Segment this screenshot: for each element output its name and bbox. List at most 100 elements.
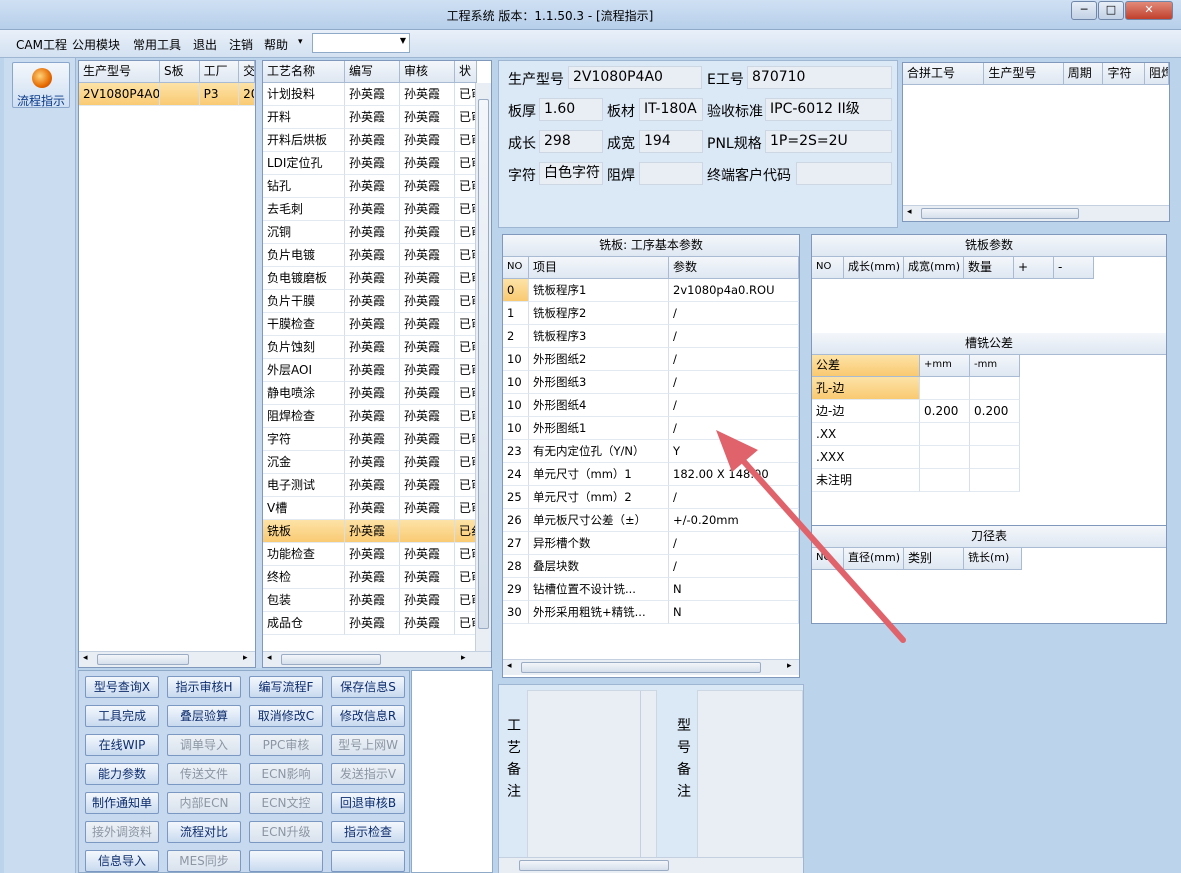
help-dropdown-arrow-icon[interactable]: ▾ [298, 37, 303, 47]
pnl-field[interactable]: 1P=2S=2U [765, 130, 892, 153]
action-button-0[interactable]: 型号查询X [85, 676, 159, 698]
action-button-13[interactable]: 传送文件 [167, 763, 241, 785]
action-button-15[interactable]: 发送指示V [331, 763, 405, 785]
table-row[interactable]: 负片蚀刻孙英霞孙英霞已审 [263, 336, 491, 359]
model-note-field[interactable] [697, 690, 803, 860]
scroll-right-icon[interactable]: ▸ [787, 661, 792, 671]
action-button-24[interactable]: 信息导入 [85, 850, 159, 872]
action-button-22[interactable]: ECN升级 [249, 821, 323, 843]
model-grid-hscroll[interactable]: ◂ ▸ [79, 651, 255, 667]
scroll-thumb[interactable] [478, 99, 489, 629]
process-note-vscroll[interactable] [640, 691, 656, 859]
menu-help[interactable]: 帮助 [264, 36, 288, 53]
col-header-item[interactable]: 项目 [529, 257, 669, 279]
menu-common-module[interactable]: 公用模块 [72, 36, 120, 53]
action-button-9[interactable]: 调单导入 [167, 734, 241, 756]
action-button-18[interactable]: ECN文控 [249, 792, 323, 814]
table-row[interactable]: 2V1080P4A0 P3 20 [79, 83, 255, 106]
process-note-field[interactable] [527, 690, 657, 860]
table-row[interactable]: 终检孙英霞孙英霞已审 [263, 566, 491, 589]
action-button-19[interactable]: 回退审核B [331, 792, 405, 814]
table-row[interactable]: 负片干膜孙英霞孙英霞已审 [263, 290, 491, 313]
table-row[interactable]: 成品仓孙英霞孙英霞已审 [263, 612, 491, 635]
action-button-4[interactable]: 工具完成 [85, 705, 159, 727]
col-header-merge-model[interactable]: 生产型号 [984, 63, 1064, 85]
scroll-left-icon[interactable]: ◂ [907, 207, 912, 217]
col-header-minus[interactable]: - [1054, 257, 1094, 279]
table-row[interactable]: 静电喷涂孙英霞孙英霞已审 [263, 382, 491, 405]
action-button-7[interactable]: 修改信息R [331, 705, 405, 727]
action-button-21[interactable]: 流程对比 [167, 821, 241, 843]
col-header-reviewer[interactable]: 审核 [400, 61, 455, 83]
action-button-11[interactable]: 型号上网W [331, 734, 405, 756]
action-button-8[interactable]: 在线WIP [85, 734, 159, 756]
table-row[interactable]: LDI定位孔孙英霞孙英霞已审 [263, 152, 491, 175]
col-header-model[interactable]: 生产型号 [79, 61, 161, 83]
action-button-10[interactable]: PPC审核 [249, 734, 323, 756]
minimize-button[interactable]: ─ [1071, 1, 1097, 20]
table-row[interactable]: 功能检查孙英霞孙英霞已审 [263, 543, 491, 566]
action-button-20[interactable]: 接外调资料 [85, 821, 159, 843]
table-row[interactable]: 孔-边 [812, 377, 1020, 400]
customer-field[interactable] [796, 162, 892, 185]
table-row[interactable]: 开料孙英霞孙英霞已审 [263, 106, 491, 129]
col-header-param[interactable]: 参数 [669, 257, 799, 279]
col-header-s-board[interactable]: S板 [160, 61, 200, 83]
action-button-5[interactable]: 叠层验算 [167, 705, 241, 727]
scroll-thumb[interactable] [521, 662, 761, 673]
col-header-plus[interactable]: + [1014, 257, 1054, 279]
action-button-17[interactable]: 内部ECN [167, 792, 241, 814]
action-button-23[interactable]: 指示检查 [331, 821, 405, 843]
col-header-tolerance[interactable]: 公差 [812, 355, 920, 377]
mask-field[interactable] [639, 162, 703, 185]
table-row[interactable]: V槽孙英霞孙英霞已审 [263, 497, 491, 520]
thickness-field[interactable]: 1.60 [539, 98, 603, 121]
scroll-thumb[interactable] [519, 860, 669, 871]
col-header-no[interactable]: NO [812, 257, 844, 279]
col-header-mask[interactable]: 阻焊 [1145, 63, 1169, 85]
table-row[interactable]: 电子测试孙英霞孙英霞已审 [263, 474, 491, 497]
scroll-left-icon[interactable]: ◂ [507, 661, 512, 671]
flow-instruction-button[interactable]: 流程指示 [12, 62, 70, 108]
col-header-minus-mm[interactable]: -mm [970, 355, 1020, 377]
table-row[interactable]: 0 铣板程序1 2v1080p4a0.ROU [503, 279, 799, 302]
col-header-plus-mm[interactable]: +mm [920, 355, 970, 377]
col-header-delivery[interactable]: 交 [239, 61, 255, 83]
close-button[interactable]: ✕ [1125, 1, 1173, 20]
action-button-2[interactable]: 编写流程F [249, 676, 323, 698]
char-field[interactable]: 白色字符 [539, 162, 603, 185]
table-row[interactable]: 10 外形图纸4/ [503, 394, 799, 417]
mill-basic-hscroll[interactable]: ◂ ▸ [503, 659, 799, 675]
col-header-qty[interactable]: 数量 [964, 257, 1014, 279]
table-row[interactable]: 外层AOI孙英霞孙英霞已审 [263, 359, 491, 382]
action-button-3[interactable]: 保存信息S [331, 676, 405, 698]
action-button-6[interactable]: 取消修改C [249, 705, 323, 727]
e-no-field[interactable]: 870710 [747, 66, 892, 89]
notes-hscroll[interactable] [499, 857, 803, 873]
table-row[interactable]: 字符孙英霞孙英霞已审 [263, 428, 491, 451]
table-row[interactable]: 2 铣板程序3/ [503, 325, 799, 348]
col-header-process-name[interactable]: 工艺名称 [263, 61, 345, 83]
scroll-right-icon[interactable]: ▸ [461, 653, 466, 663]
col-header-mill-length[interactable]: 铣长(m) [964, 548, 1022, 570]
col-header-char[interactable]: 字符 [1103, 63, 1146, 85]
scroll-thumb[interactable] [97, 654, 189, 665]
table-row[interactable]: 钻孔孙英霞孙英霞已审 [263, 175, 491, 198]
table-row[interactable]: 干膜检查孙英霞孙英霞已审 [263, 313, 491, 336]
table-row[interactable]: 去毛刺孙英霞孙英霞已审 [263, 198, 491, 221]
action-button-14[interactable]: ECN影响 [249, 763, 323, 785]
scroll-left-icon[interactable]: ◂ [83, 653, 88, 663]
table-row[interactable]: 开料后烘板孙英霞孙英霞已审 [263, 129, 491, 152]
action-button-1[interactable]: 指示审核H [167, 676, 241, 698]
action-button-12[interactable]: 能力参数 [85, 763, 159, 785]
menu-logout[interactable]: 注销 [229, 36, 253, 53]
action-button-25[interactable]: MES同步 [167, 850, 241, 872]
col-header-cycle[interactable]: 周期 [1063, 63, 1104, 85]
table-row[interactable]: 沉铜孙英霞孙英霞已审 [263, 221, 491, 244]
col-header-merge-no[interactable]: 合拼工号 [903, 63, 985, 85]
standard-field[interactable]: IPC-6012 II级 [765, 98, 892, 121]
process-grid-vscroll[interactable] [475, 83, 491, 653]
menu-combo-box[interactable]: ▼ [312, 33, 410, 53]
scroll-thumb[interactable] [921, 208, 1079, 219]
scroll-left-icon[interactable]: ◂ [267, 653, 272, 663]
